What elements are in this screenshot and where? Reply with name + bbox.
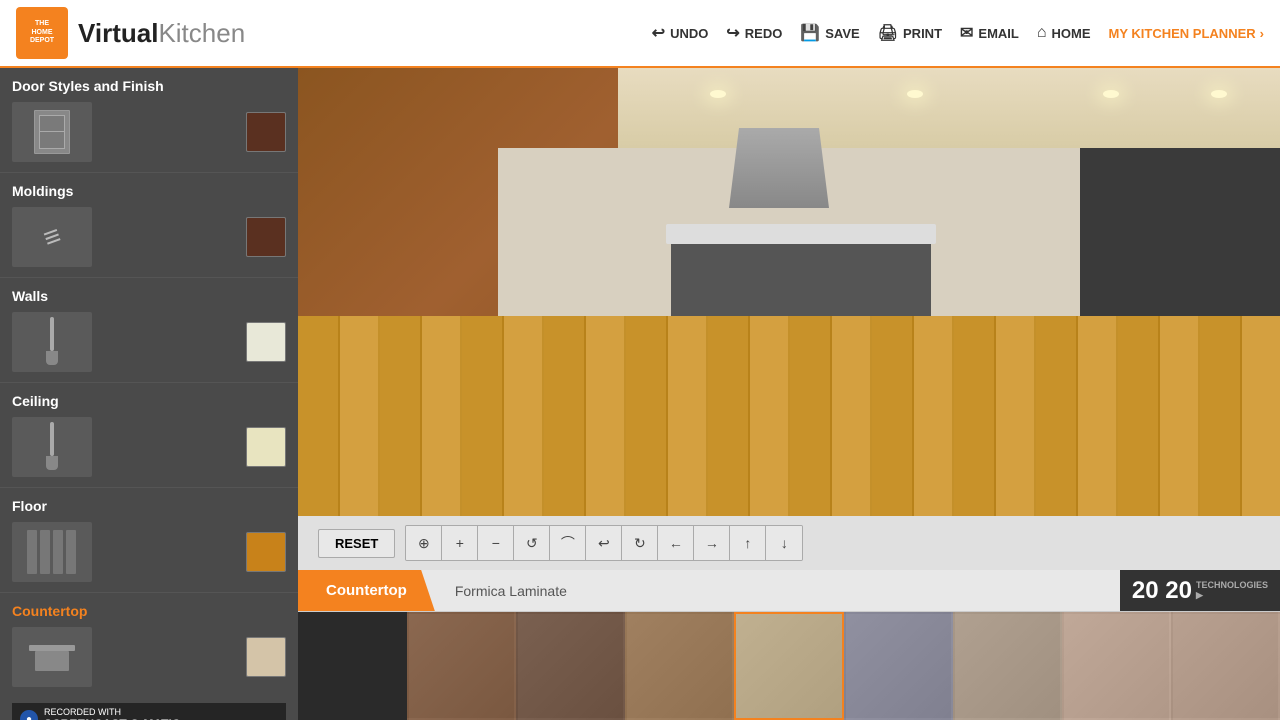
ceiling-icon-box[interactable] bbox=[12, 417, 92, 477]
print-button[interactable]: 🖨 PRINT bbox=[878, 23, 942, 43]
swatch-6[interactable] bbox=[844, 612, 953, 720]
save-icon: 💾 bbox=[800, 23, 820, 43]
material-label: Formica Laminate bbox=[435, 570, 587, 611]
ceiling-section: Ceiling bbox=[0, 383, 298, 488]
screencast-watermark: ● RECORDED WITH SCREENCAST-O-MATIC bbox=[12, 703, 286, 720]
undo-view-button[interactable]: ↩ bbox=[586, 526, 622, 560]
swatch-1[interactable] bbox=[298, 612, 407, 720]
tab-bar: Countertop Formica Laminate 20 20 TECHNO… bbox=[298, 570, 1280, 612]
screencast-line1: RECORDED WITH bbox=[44, 707, 180, 717]
sidebar: Door Styles and Finish Moldings ≡ Walls bbox=[0, 68, 298, 720]
print-icon: 🖨 bbox=[878, 23, 898, 43]
home-icon: ⌂ bbox=[1037, 24, 1047, 42]
pan-right-button[interactable]: → bbox=[694, 526, 730, 560]
ceiling-content bbox=[12, 417, 286, 477]
control-bar: RESET ⊕ + − ↺ ⌒ ↩ ↻ ← → ↑ ↓ bbox=[298, 516, 1280, 570]
content-area: RESET ⊕ + − ↺ ⌒ ↩ ↻ ← → ↑ ↓ Countertop F… bbox=[298, 68, 1280, 720]
zoom-fit-button[interactable]: ⊕ bbox=[406, 526, 442, 560]
rotate-right-button[interactable]: ↻ bbox=[622, 526, 658, 560]
light-2 bbox=[907, 90, 923, 98]
floor-section: Floor bbox=[0, 488, 298, 593]
countertop-icon-box[interactable] bbox=[12, 627, 92, 687]
reset-button[interactable]: RESET bbox=[318, 529, 395, 558]
undo-icon: ↩ bbox=[652, 23, 665, 43]
logo-area: THE HOME DEPOT VirtualKitchen bbox=[16, 7, 245, 59]
molding-icon: ≡ bbox=[39, 219, 65, 255]
swatch-7[interactable] bbox=[953, 612, 1062, 720]
island-countertop bbox=[666, 224, 936, 244]
header: THE HOME DEPOT VirtualKitchen ↩ UNDO ↪ R… bbox=[0, 0, 1280, 68]
screencast-icon: ● bbox=[20, 710, 38, 720]
swatch-5[interactable] bbox=[734, 612, 843, 720]
home-depot-logo: THE HOME DEPOT bbox=[16, 7, 68, 59]
bottom-panel: Countertop Formica Laminate 20 20 TECHNO… bbox=[298, 570, 1280, 720]
walls-icon-box[interactable] bbox=[12, 312, 92, 372]
tilt-up-button[interactable]: ⌒ bbox=[550, 526, 586, 560]
door-styles-title: Door Styles and Finish bbox=[12, 78, 286, 94]
paintbrush-ceiling-icon bbox=[45, 422, 59, 472]
door-styles-content bbox=[12, 102, 286, 162]
swatch-2[interactable] bbox=[407, 612, 516, 720]
floor-color-swatch[interactable] bbox=[246, 532, 286, 572]
moldings-title: Moldings bbox=[12, 183, 286, 199]
navigation-controls: ⊕ + − ↺ ⌒ ↩ ↻ ← → ↑ ↓ bbox=[405, 525, 803, 561]
swatches-row bbox=[298, 612, 1280, 720]
walls-content bbox=[12, 312, 286, 372]
moldings-section: Moldings ≡ bbox=[0, 173, 298, 278]
floor-icon-box[interactable] bbox=[12, 522, 92, 582]
floor-icon bbox=[27, 530, 77, 574]
redo-icon: ↪ bbox=[726, 23, 739, 43]
redo-button[interactable]: ↪ REDO bbox=[726, 23, 782, 43]
email-icon: ✉ bbox=[960, 23, 973, 43]
walls-title: Walls bbox=[12, 288, 286, 304]
countertop-icon bbox=[27, 637, 77, 677]
logo-2020-text: 20 20 bbox=[1132, 577, 1192, 605]
walls-color-swatch[interactable] bbox=[246, 322, 286, 362]
molding-color-swatch[interactable] bbox=[246, 217, 286, 257]
ceiling-color-swatch[interactable] bbox=[246, 427, 286, 467]
countertop-section: Countertop bbox=[0, 593, 298, 697]
moldings-content: ≡ bbox=[12, 207, 286, 267]
hood-vent bbox=[729, 128, 829, 208]
paintbrush-walls-icon bbox=[45, 317, 59, 367]
swatch-4[interactable] bbox=[625, 612, 734, 720]
logo-tech-text: TECHNOLOGIES▶ bbox=[1196, 581, 1268, 601]
swatch-8[interactable] bbox=[1062, 612, 1171, 720]
walls-section: Walls bbox=[0, 278, 298, 383]
save-button[interactable]: 💾 SAVE bbox=[800, 23, 859, 43]
countertop-tab[interactable]: Countertop bbox=[298, 570, 435, 611]
ceiling-title: Ceiling bbox=[12, 393, 286, 409]
swatch-3[interactable] bbox=[516, 612, 625, 720]
my-kitchen-planner-button[interactable]: MY KITCHEN PLANNER › bbox=[1109, 26, 1264, 41]
door-icon bbox=[34, 110, 70, 154]
home-button[interactable]: ⌂ HOME bbox=[1037, 24, 1091, 42]
door-icon-box[interactable] bbox=[12, 102, 92, 162]
pan-down-button[interactable]: ↓ bbox=[766, 526, 802, 560]
door-color-swatch[interactable] bbox=[246, 112, 286, 152]
floor-content bbox=[12, 522, 286, 582]
pan-left-button[interactable]: ← bbox=[658, 526, 694, 560]
rotate-left-button[interactable]: ↺ bbox=[514, 526, 550, 560]
zoom-in-button[interactable]: + bbox=[442, 526, 478, 560]
kitchen-preview bbox=[298, 68, 1280, 516]
swatch-9[interactable] bbox=[1171, 612, 1280, 720]
logo-2020: 20 20 TECHNOLOGIES▶ bbox=[1120, 570, 1280, 611]
undo-button[interactable]: ↩ UNDO bbox=[652, 23, 709, 43]
zoom-out-button[interactable]: − bbox=[478, 526, 514, 560]
floor-title: Floor bbox=[12, 498, 286, 514]
pan-up-button[interactable]: ↑ bbox=[730, 526, 766, 560]
countertop-label: Countertop bbox=[12, 603, 286, 619]
countertop-color-swatch[interactable] bbox=[246, 637, 286, 677]
kitchen-floor bbox=[298, 316, 1280, 516]
countertop-content bbox=[12, 627, 286, 687]
email-button[interactable]: ✉ EMAIL bbox=[960, 23, 1019, 43]
door-styles-section: Door Styles and Finish bbox=[0, 68, 298, 173]
main-layout: Door Styles and Finish Moldings ≡ Walls bbox=[0, 68, 1280, 720]
molding-icon-box[interactable]: ≡ bbox=[12, 207, 92, 267]
header-nav: ↩ UNDO ↪ REDO 💾 SAVE 🖨 PRINT ✉ EMAIL ⌂ H… bbox=[652, 23, 1264, 43]
kitchen-scene bbox=[298, 68, 1280, 516]
app-title: VirtualKitchen bbox=[78, 18, 245, 49]
